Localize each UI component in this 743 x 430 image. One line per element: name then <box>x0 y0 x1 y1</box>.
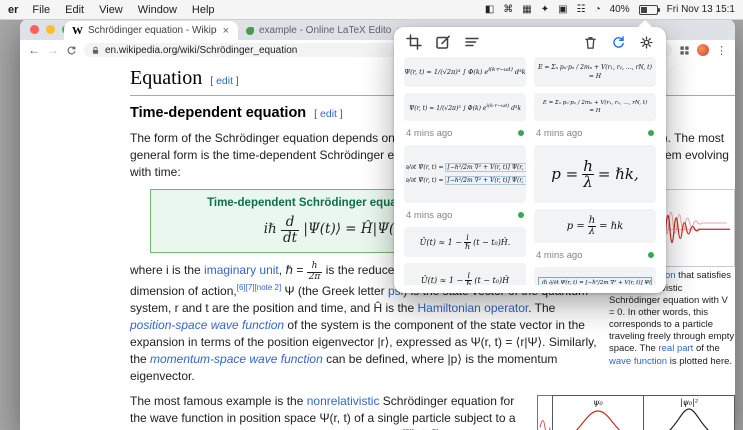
menu-window[interactable]: Window <box>138 4 177 16</box>
sync-icon[interactable] <box>611 35 626 50</box>
snip-card-position-basis[interactable]: iℏ ∂/∂t Ψ(r, t) = [−ℏ²/2m ∇² + V(r, t)] … <box>534 267 656 285</box>
browser-window: W Schrödinger equation - Wikipe × exampl… <box>20 19 735 430</box>
position-space-wave-function-link[interactable]: position-space wave function <box>130 318 284 332</box>
stationary-states-figure[interactable]: ψ₀ |ψ₀|² <box>537 395 735 430</box>
settings-gear-icon[interactable] <box>639 35 654 50</box>
snip-card-unitary[interactable]: Û(t) ≈ 1 − iℏ (t − t₀)Ĥ <box>404 263 526 285</box>
status-dot <box>648 130 654 136</box>
app-name[interactable]: er <box>8 4 18 16</box>
menu-help[interactable]: Help <box>192 4 215 16</box>
menu-bar-clock[interactable]: Fri Nov 13 15:1 <box>667 4 735 15</box>
popup-toolbar <box>394 27 666 53</box>
snip-card-tdse-pair[interactable]: iℏ ∂/∂t Ψ(r, t) =[−ℏ²/2m ∇² + V(r, t)] Ψ… <box>404 145 526 203</box>
snip-card-momentum-small[interactable]: p = hλ = ℏk <box>534 209 656 243</box>
status-icon-5[interactable]: ▣ <box>558 5 567 15</box>
menu-edit[interactable]: Edit <box>65 4 84 16</box>
menu-file[interactable]: File <box>32 4 50 16</box>
reference-link[interactable]: [6][7][note 2] <box>237 283 281 292</box>
heading-text: Equation <box>130 67 202 89</box>
snip-card-hamiltonian[interactable]: E = Σₙ pₙ·pₙ / 2mₙ + V(r₁, r₂, …, rN, t)… <box>534 93 656 121</box>
reload-icon[interactable] <box>66 45 77 56</box>
edit-section-link: [ edit ] <box>210 75 239 87</box>
menu-items: File Edit View Window Help <box>32 4 214 16</box>
plot-psi0: ψ₀ <box>552 395 644 430</box>
status-dot <box>648 252 654 258</box>
snip-card-fourier[interactable]: Ψ(r, t) = 1/(√2π)³ ∫ Φ(k) ei(k·r−ωt) d³k <box>404 57 526 87</box>
imaginary-unit-link[interactable]: imaginary unit <box>204 263 279 277</box>
snip-card-hamiltonian[interactable]: E = Σₙ pₙ·pₙ / 2mₙ + V(r₁, r₂, …, rN, t)… <box>534 57 656 87</box>
trash-icon[interactable] <box>583 35 598 50</box>
tab-title: Schrödinger equation - Wikipe <box>88 25 217 36</box>
battery-icon[interactable] <box>639 5 658 15</box>
edit-link[interactable]: edit <box>320 108 337 120</box>
snip-timestamp-row: 4 mins ago <box>404 209 526 221</box>
figure-side-strip <box>537 395 553 430</box>
menu-view[interactable]: View <box>99 4 123 16</box>
edit-link[interactable]: edit <box>216 75 233 87</box>
nonrelativistic-link[interactable]: nonrelativistic <box>307 394 380 408</box>
wave-function-link[interactable]: wave function <box>609 356 667 367</box>
status-dot <box>518 212 524 218</box>
browser-menu-icon[interactable]: ⋮ <box>716 44 727 57</box>
figure-plot-grid: ψ₀ |ψ₀|² <box>553 395 735 430</box>
status-icons-area: ◧ ⌘ ▦ ✦ ▣ ☷ ◔ 40% Fri Nov 13 15:1 <box>485 4 735 15</box>
real-part-link[interactable]: real part <box>658 343 693 354</box>
minimize-window-button[interactable] <box>46 25 55 34</box>
snip-timestamp-row: 4 mins ago <box>534 127 656 139</box>
macos-menu-bar: er File Edit View Window Help ◧ ⌘ ▦ ✦ ▣ … <box>0 0 743 20</box>
extensions-icon[interactable] <box>679 45 690 56</box>
heading-text: Time-dependent equation <box>130 105 306 121</box>
momentum-space-wave-function-link[interactable]: momentum-space wave function <box>150 352 323 366</box>
url-text: en.wikipedia.org/wiki/Schrödinger_equati… <box>105 45 297 56</box>
status-dot <box>518 130 524 136</box>
list-icon[interactable] <box>464 34 480 50</box>
snip-timestamp-row: 4 mins ago <box>404 127 526 139</box>
tab-title: example - Online LaTeX Editor <box>259 25 391 36</box>
crop-snip-icon[interactable] <box>406 34 422 50</box>
snip-card-momentum-large[interactable]: p = hλ = ℏk, <box>534 145 656 203</box>
tab-latex-editor[interactable]: example - Online LaTeX Editor × <box>238 21 412 40</box>
battery-percentage: 40% <box>610 4 630 15</box>
status-icon-6[interactable]: ☷ <box>577 5 586 15</box>
back-button[interactable]: ← <box>28 44 40 56</box>
close-tab-icon[interactable]: × <box>222 25 230 37</box>
plot-psi0-squared: |ψ₀|² <box>643 395 735 430</box>
status-icon-1[interactable]: ◧ <box>485 5 494 15</box>
wikipedia-favicon: W <box>72 25 83 37</box>
hamiltonian-operator-link[interactable]: Hamiltonian operator <box>417 301 528 315</box>
profile-avatar[interactable] <box>697 44 709 56</box>
snip-card-fourier[interactable]: Ψ(r, t) = 1/(√2π)³ ∫ Φ(k) ei(k·r−ωt) d³k <box>404 93 526 121</box>
status-icon-3[interactable]: ▦ <box>522 5 531 15</box>
latex-editor-favicon <box>246 27 254 35</box>
snip-extension-popup: Ψ(r, t) = 1/(√2π)³ ∫ Φ(k) ei(k·r−ωt) d³k… <box>394 27 666 293</box>
status-icon-4[interactable]: ✦ <box>541 5 549 15</box>
snip-card-unitary[interactable]: Û(t) ≈ 1 − iℏ (t − t₀)Ĥ. <box>404 227 526 257</box>
tab-wikipedia[interactable]: W Schrödinger equation - Wikipe × <box>64 21 238 40</box>
status-icon-2[interactable]: ⌘ <box>503 5 513 15</box>
close-window-button[interactable] <box>30 25 39 34</box>
edit-section-link: [ edit ] <box>314 108 343 120</box>
lock-icon <box>91 46 100 55</box>
compose-icon[interactable] <box>435 34 451 50</box>
snip-timestamp-row: 4 mins ago <box>534 249 656 261</box>
forward-button[interactable]: → <box>47 44 59 56</box>
snip-history-list[interactable]: Ψ(r, t) = 1/(√2π)³ ∫ Φ(k) ei(k·r−ωt) d³k… <box>394 53 666 285</box>
status-icon-7[interactable]: ◔ <box>595 5 601 15</box>
